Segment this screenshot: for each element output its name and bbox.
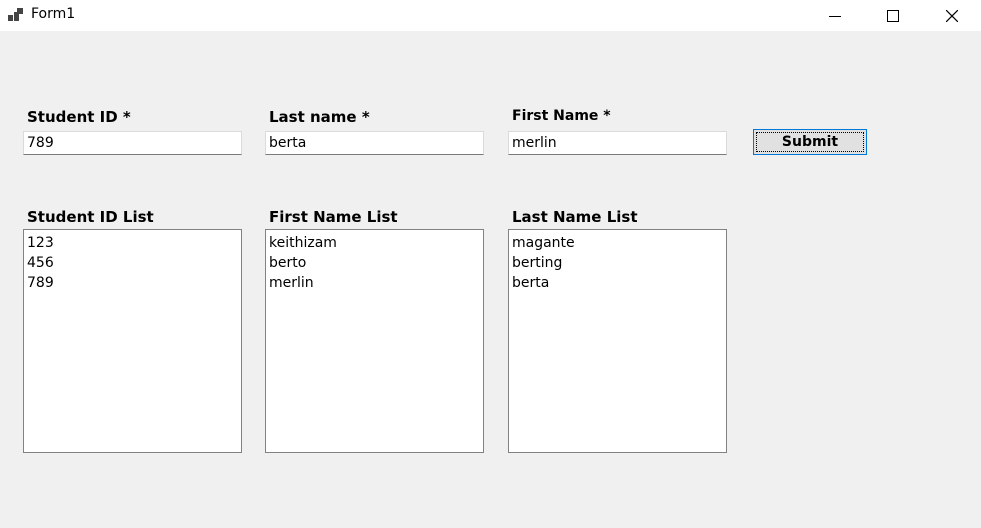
submit-button-label: Submit [781,134,839,150]
maximize-icon [887,9,899,22]
list-item[interactable]: magante [512,233,726,253]
first-name-label: First Name * [512,108,611,124]
close-button[interactable] [929,0,975,31]
student-id-list-label: Student ID List [27,208,154,226]
minimize-button[interactable] [812,0,858,31]
first-name-input[interactable] [508,131,727,155]
last-name-listbox[interactable]: magante berting berta [508,229,727,453]
close-icon [946,9,958,22]
student-id-listbox[interactable]: 123 456 789 [23,229,242,453]
list-item[interactable]: berto [269,253,483,273]
list-item[interactable]: merlin [269,273,483,293]
app-form-icon [8,7,24,23]
window-title: Form1 [31,6,76,22]
list-item[interactable]: berting [512,253,726,273]
student-id-input[interactable] [23,131,242,155]
list-item[interactable]: keithizam [269,233,483,253]
maximize-button[interactable] [870,0,916,31]
list-item[interactable]: 123 [27,233,241,253]
last-name-list-label: Last Name List [512,208,638,226]
last-name-label: Last name * [269,108,370,126]
first-name-listbox[interactable]: keithizam berto merlin [265,229,484,453]
submit-button[interactable]: Submit [753,129,867,155]
list-item[interactable]: 456 [27,253,241,273]
last-name-input[interactable] [265,131,484,155]
first-name-list-label: First Name List [269,208,398,226]
title-bar[interactable]: Form1 [0,0,981,31]
list-item[interactable]: berta [512,273,726,293]
student-id-label: Student ID * [27,108,131,126]
list-item[interactable]: 789 [27,273,241,293]
minimize-icon [829,15,841,17]
